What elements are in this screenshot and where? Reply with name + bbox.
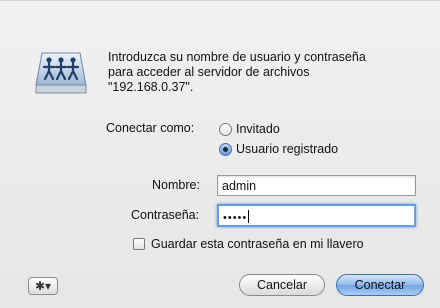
name-field[interactable]: admin <box>217 175 416 196</box>
name-label: Nombre: <box>152 178 200 192</box>
file-server-icon <box>35 52 87 94</box>
password-label: Contraseña: <box>131 208 200 222</box>
text-cursor <box>248 210 250 223</box>
remember-checkbox[interactable] <box>133 238 145 250</box>
radio-registered-user-label: Usuario registrado <box>236 142 339 156</box>
password-field[interactable]: ••••• <box>217 204 416 227</box>
remember-label: Guardar esta contraseña en mi llavero <box>151 237 364 251</box>
login-dialog: Introduzca su nombre de usuario y contra… <box>0 0 440 308</box>
prompt-line-2: para acceder al servidor de archivos <box>108 65 310 79</box>
prompt-line-1: Introduzca su nombre de usuario y contra… <box>108 50 366 64</box>
radio-guest-button[interactable] <box>219 122 232 136</box>
radio-guest-label: Invitado <box>236 122 280 136</box>
connect-button[interactable]: Conectar <box>336 274 424 296</box>
action-menu-button[interactable]: ✱▾ <box>28 277 58 295</box>
cancel-button[interactable]: Cancelar <box>239 274 325 296</box>
prompt-line-3: "192.168.0.37". <box>108 80 194 94</box>
gear-icon: ✱▾ <box>34 279 52 293</box>
radio-registered-user-button[interactable] <box>219 142 232 156</box>
prompt-message: Introduzca su nombre de usuario y contra… <box>108 50 418 95</box>
connect-as-label: Conectar como: <box>106 121 195 135</box>
password-mask: ••••• <box>223 212 248 224</box>
remember-in-keychain[interactable]: Guardar esta contraseña en mi llavero <box>133 237 364 251</box>
radio-registered-user[interactable]: Usuario registrado <box>219 142 338 156</box>
radio-guest[interactable]: Invitado <box>219 122 280 136</box>
